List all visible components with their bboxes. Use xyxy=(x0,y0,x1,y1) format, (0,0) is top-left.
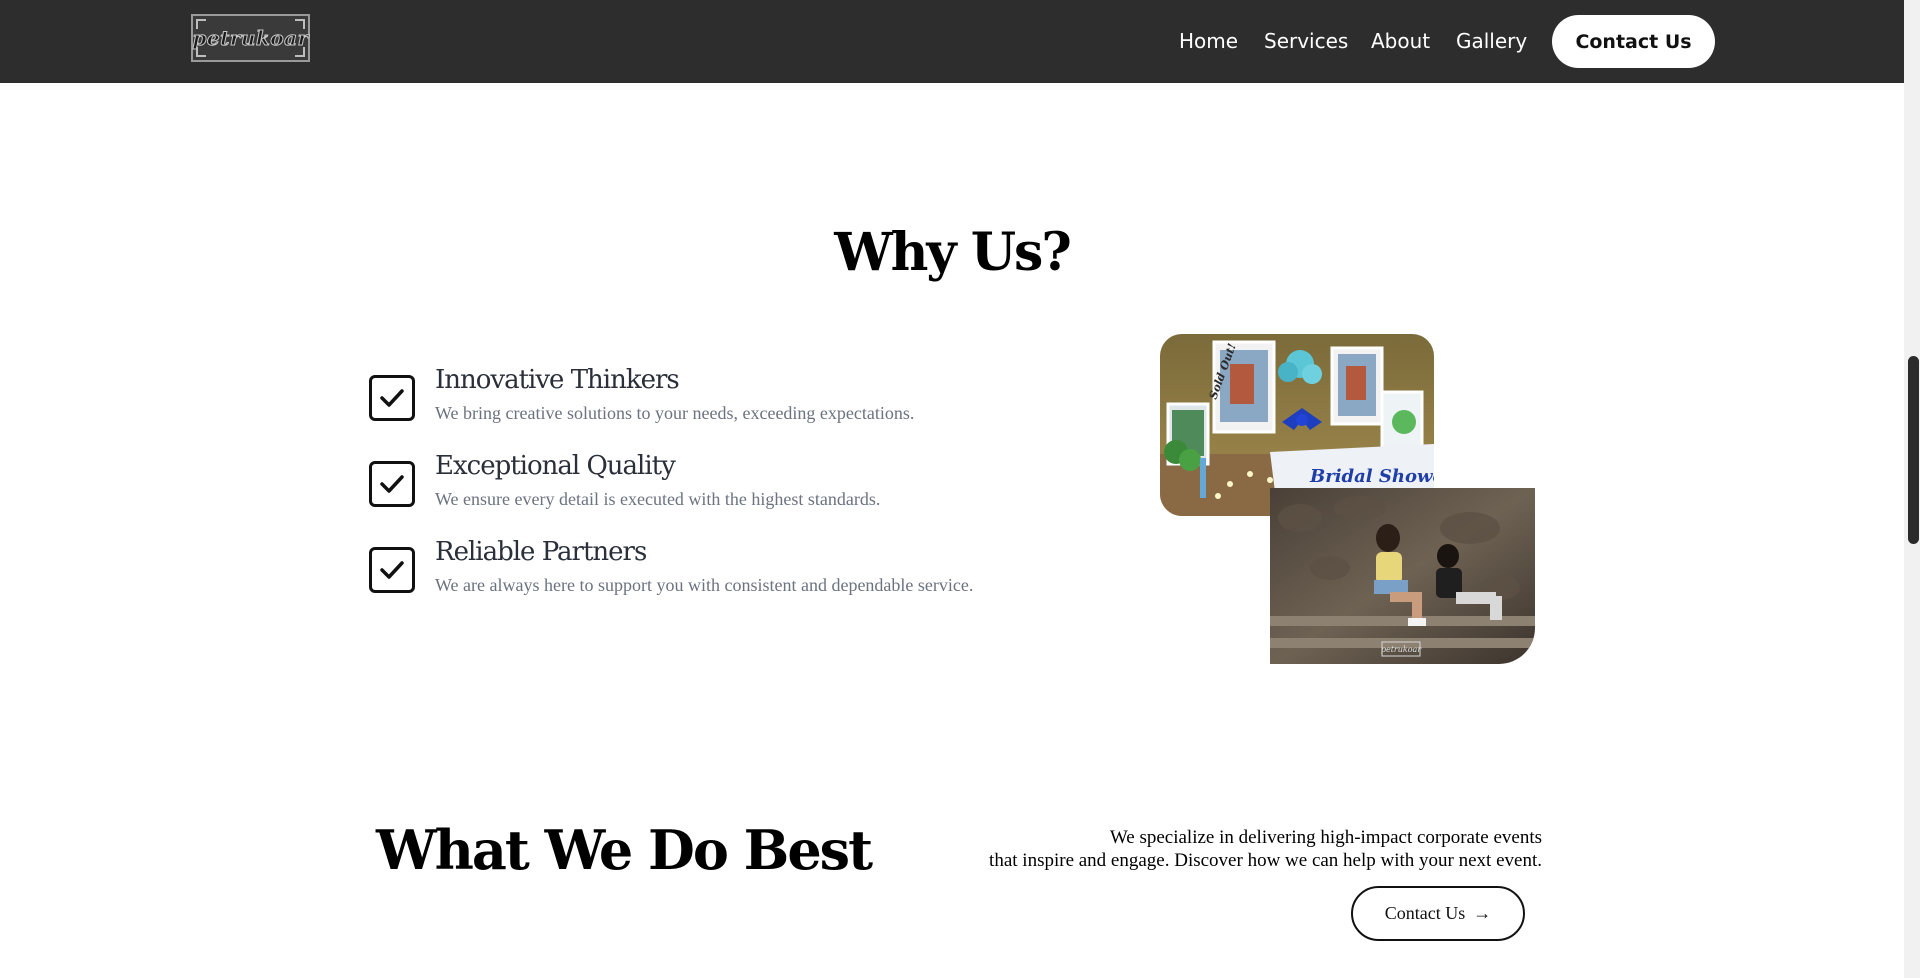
feature-description: We bring creative solutions to your need… xyxy=(435,403,915,423)
feature-title: Reliable Partners xyxy=(435,537,647,567)
feature-title: Exceptional Quality xyxy=(435,451,676,481)
check-icon xyxy=(369,547,415,593)
arrow-right-icon: → xyxy=(1473,903,1492,923)
navbar: petrukoar Home Services About Gallery Co… xyxy=(0,0,1904,83)
nav-link-about[interactable]: About xyxy=(1371,29,1430,53)
couple-photo: petrukoar xyxy=(1270,488,1535,664)
feature-description: We are always here to support you with c… xyxy=(435,575,974,595)
page-scrollbar[interactable] xyxy=(1904,0,1920,978)
contact-us-label: Contact Us xyxy=(1384,903,1466,923)
photo-watermark: petrukoar xyxy=(1381,645,1422,654)
feature-title: Innovative Thinkers xyxy=(435,365,680,395)
contact-us-button[interactable]: Contact Us → xyxy=(1351,886,1525,941)
nav-link-home[interactable]: Home xyxy=(1179,29,1238,53)
feature-description: We ensure every detail is executed with … xyxy=(435,489,881,509)
description-line-1: We specialize in delivering high-impact … xyxy=(1109,827,1542,848)
what-we-do-best-title: What We Do Best xyxy=(376,818,873,882)
what-we-do-description: We specialize in delivering high-impact … xyxy=(902,826,1542,872)
nav-link-services[interactable]: Services xyxy=(1264,29,1348,53)
check-icon xyxy=(369,461,415,507)
logo-text: petrukoar xyxy=(192,26,309,51)
why-us-title: Why Us? xyxy=(834,222,1072,283)
nav-contact-button[interactable]: Contact Us xyxy=(1552,15,1715,68)
logo[interactable]: petrukoar xyxy=(191,14,310,62)
bridal-shower-text: Bridal Shower xyxy=(1309,466,1434,487)
description-line-2: that inspire and engage. Discover how we… xyxy=(989,850,1542,871)
nav-link-gallery[interactable]: Gallery xyxy=(1456,29,1527,53)
page: petrukoar Home Services About Gallery Co… xyxy=(0,0,1920,978)
check-icon xyxy=(369,375,415,421)
scrollbar-thumb[interactable] xyxy=(1908,356,1919,544)
